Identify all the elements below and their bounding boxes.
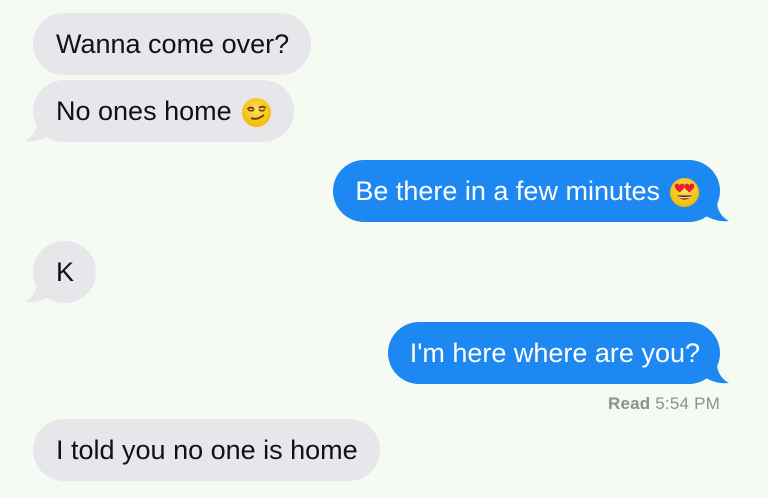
incoming-message-bubble[interactable]: Wanna come over? (33, 13, 312, 75)
incoming-message-bubble[interactable]: No ones home (25, 80, 294, 142)
outgoing-message-bubble[interactable]: I'm here where are you? (387, 322, 729, 384)
bubble-tail-icon (703, 364, 729, 384)
message-text: Be there in a few minutes (355, 175, 660, 206)
read-time: 5:54 PM (655, 394, 720, 413)
message-text: K (56, 256, 75, 287)
read-label: Read (607, 394, 651, 413)
message-text: I'm here where are you? (409, 337, 700, 368)
read-receipt: Read 5:54 PM (608, 394, 720, 414)
incoming-message-bubble[interactable]: K (25, 241, 97, 303)
bubble-tail-icon (25, 122, 51, 142)
message-text: No ones home (56, 95, 232, 126)
bubble-tail-icon (25, 283, 51, 303)
outgoing-message-bubble[interactable]: Be there in a few minutes (333, 160, 729, 222)
heart-eyes-face-emoji-icon (669, 177, 700, 207)
incoming-message-bubble[interactable]: I told you no one is home (33, 419, 380, 481)
bubble-tail-icon (703, 202, 729, 222)
message-text: I told you no one is home (56, 434, 358, 465)
smirking-face-emoji-icon (241, 97, 271, 127)
message-text: Wanna come over? (56, 28, 290, 59)
